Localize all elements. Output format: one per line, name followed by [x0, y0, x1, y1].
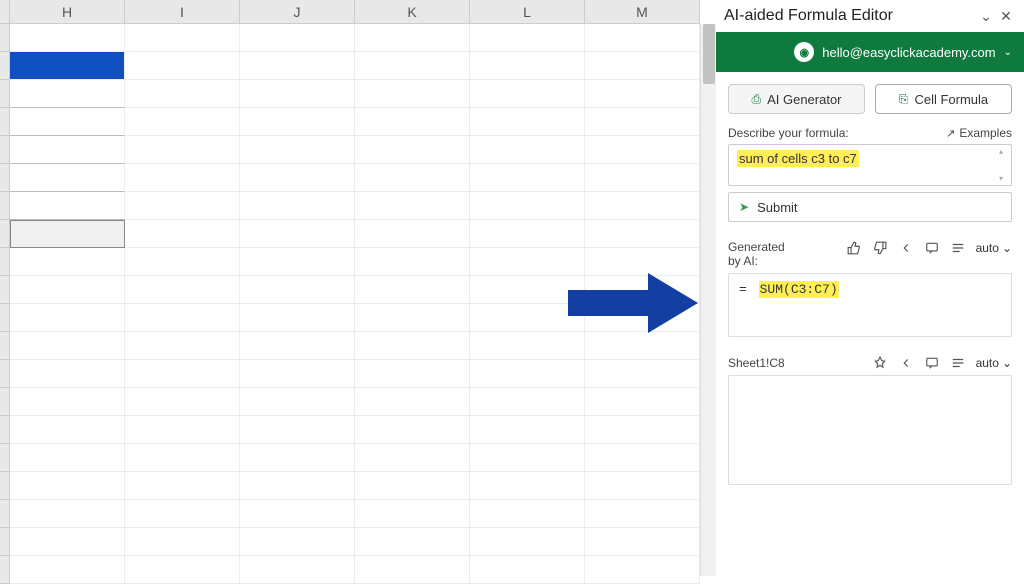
close-icon[interactable]: ✕	[996, 6, 1016, 26]
align-icon[interactable]	[950, 355, 966, 371]
describe-label: Describe your formula:	[728, 126, 849, 140]
column-header-row: H I J K L M	[0, 0, 700, 24]
examples-label: Examples	[959, 126, 1012, 140]
cell-c8[interactable]	[10, 220, 125, 248]
formula-editor-panel: AI-aided Formula Editor ⌄ ✕ ◉ hello@easy…	[716, 0, 1024, 576]
tab-row: ⎙ AI Generator ⎘ Cell Formula	[716, 72, 1024, 122]
pin-icon[interactable]	[872, 355, 888, 371]
scrollbar-thumb[interactable]	[703, 24, 715, 84]
chevron-down-icon: ⌄	[1004, 47, 1012, 58]
auto-dropdown[interactable]: auto⌄	[976, 356, 1012, 370]
panel-title: AI-aided Formula Editor	[724, 7, 976, 25]
cell-reference-label: Sheet1!C8	[728, 356, 792, 370]
thumbs-down-icon[interactable]	[872, 240, 888, 256]
edit-icon: ↗	[946, 127, 955, 140]
submit-label: Submit	[757, 200, 797, 215]
account-bar[interactable]: ◉ hello@easyclickacademy.com ⌄	[716, 32, 1024, 72]
generated-output[interactable]: = SUM(C3:C7)	[728, 273, 1012, 337]
avatar-icon: ◉	[794, 42, 814, 62]
submit-button[interactable]: ➤ Submit	[728, 192, 1012, 222]
back-arrow-icon[interactable]	[898, 355, 914, 371]
comment-icon[interactable]	[924, 240, 940, 256]
thumbs-up-icon[interactable]	[846, 240, 862, 256]
annotation-arrow-icon	[568, 268, 698, 338]
align-icon[interactable]	[950, 240, 966, 256]
tab-label: AI Generator	[767, 92, 841, 107]
tab-cell-formula[interactable]: ⎘ Cell Formula	[875, 84, 1012, 114]
reference-output[interactable]	[728, 375, 1012, 485]
col-header[interactable]: M	[585, 0, 700, 23]
header-stub	[0, 0, 10, 23]
textarea-scroll-icon: ▴▾	[999, 147, 1009, 183]
col-header[interactable]: H	[10, 0, 125, 23]
examples-link[interactable]: ↗ Examples	[946, 126, 1012, 140]
tab-label: Cell Formula	[914, 92, 988, 107]
formula-icon: ⎘	[899, 92, 909, 107]
account-email: hello@easyclickacademy.com	[822, 45, 995, 60]
chevron-down-icon[interactable]: ⌄	[976, 6, 996, 26]
auto-dropdown[interactable]: auto⌄	[976, 241, 1012, 255]
chevron-down-icon: ⌄	[1002, 241, 1012, 255]
comment-icon[interactable]	[924, 355, 940, 371]
col-header[interactable]: I	[125, 0, 240, 23]
back-arrow-icon[interactable]	[898, 240, 914, 256]
send-icon: ➤	[739, 200, 749, 214]
chevron-down-icon: ⌄	[1002, 356, 1012, 370]
col-header[interactable]: L	[470, 0, 585, 23]
selected-cell[interactable]	[10, 52, 125, 80]
formula-text: SUM(C3:C7)	[759, 281, 839, 298]
tab-ai-generator[interactable]: ⎙ AI Generator	[728, 84, 865, 114]
col-header[interactable]: J	[240, 0, 355, 23]
vertical-scrollbar[interactable]	[700, 24, 716, 576]
describe-value: sum of cells c3 to c7	[737, 150, 859, 167]
equals-sign: =	[739, 282, 747, 297]
generated-label: Generated by AI:	[728, 240, 792, 269]
panel-header: AI-aided Formula Editor ⌄ ✕	[716, 0, 1024, 32]
col-header[interactable]: K	[355, 0, 470, 23]
describe-input[interactable]: sum of cells c3 to c7 ▴▾	[728, 144, 1012, 186]
sparkle-icon: ⎙	[751, 92, 761, 107]
